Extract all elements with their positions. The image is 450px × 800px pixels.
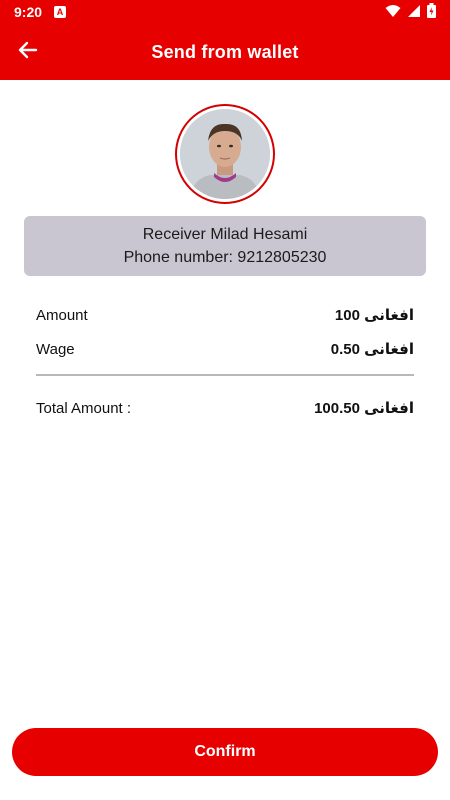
status-bar: 9:20 A (0, 0, 450, 24)
receiver-name: Receiver Milad Hesami (142, 226, 308, 243)
app-notification-icon: A (54, 6, 67, 18)
status-time: 9:20 (14, 4, 43, 20)
confirm-button[interactable]: Confirm (12, 728, 438, 776)
wage-row: Wage افغانی 0.50 (36, 340, 414, 359)
app-bar: Send from wallet (0, 24, 450, 80)
divider (36, 374, 414, 376)
receiver-card: Receiver Milad Hesami Phone number: 9212… (24, 216, 426, 276)
avatar-photo (180, 109, 270, 199)
amount-value: افغانی 100 (334, 307, 414, 324)
total-row: Total Amount : افغانی 100.50 (36, 399, 414, 418)
receiver-phone: Phone number: 9212805230 (123, 249, 327, 266)
total-value: افغانی 100.50 (314, 400, 414, 417)
back-button[interactable] (14, 38, 42, 66)
receiver-avatar (175, 104, 275, 204)
page-title: Send from wallet (151, 41, 299, 62)
status-icons (385, 3, 436, 21)
amount-row: Amount افغانی 100 (36, 306, 414, 325)
arrow-left-icon (18, 40, 38, 65)
cell-signal-icon (407, 4, 421, 21)
amount-label: Amount (36, 306, 88, 324)
wifi-icon (385, 4, 401, 21)
total-label: Total Amount : (36, 399, 132, 417)
battery-icon (427, 3, 436, 21)
wage-value: افغانی 0.50 (330, 341, 414, 358)
wage-label: Wage (36, 340, 75, 358)
